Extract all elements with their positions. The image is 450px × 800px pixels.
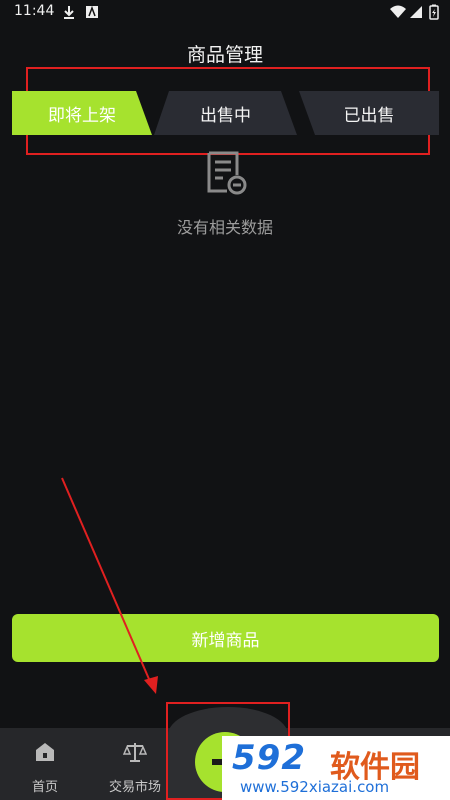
document-empty-icon — [207, 151, 247, 195]
tab-on-sale[interactable]: 出售中 — [154, 91, 297, 135]
add-product-button[interactable]: 新增商品 — [12, 614, 439, 662]
empty-state-text: 没有相关数据 — [176, 218, 273, 237]
status-time: 11:44 — [14, 3, 55, 19]
page-title: 商品管理 — [186, 44, 263, 66]
scale-icon — [123, 743, 147, 762]
tab-upcoming-label: 即将上架 — [48, 105, 116, 126]
home-icon — [36, 743, 54, 761]
nav-home-label: 首页 — [31, 780, 58, 795]
watermark: 592 软件园 www.592xiazai.com — [222, 736, 450, 800]
tab-sold-label: 已出售 — [343, 105, 395, 126]
status-bar: 11:44 — [0, 0, 450, 26]
watermark-logo: 592 — [232, 738, 306, 778]
tab-on-sale-label: 出售中 — [200, 105, 251, 126]
signal-icon — [410, 6, 422, 18]
tab-upcoming[interactable]: 即将上架 — [12, 91, 152, 135]
tab-bar: 即将上架 出售中 已出售 — [12, 91, 439, 135]
nav-home[interactable]: 首页 — [0, 728, 90, 800]
tab-sold[interactable]: 已出售 — [299, 91, 439, 135]
wifi-icon — [390, 5, 406, 18]
download-icon — [64, 6, 74, 19]
app-notification-icon — [86, 5, 98, 18]
battery-icon — [429, 4, 439, 20]
watermark-url: www.592xiazai.com — [240, 778, 390, 796]
